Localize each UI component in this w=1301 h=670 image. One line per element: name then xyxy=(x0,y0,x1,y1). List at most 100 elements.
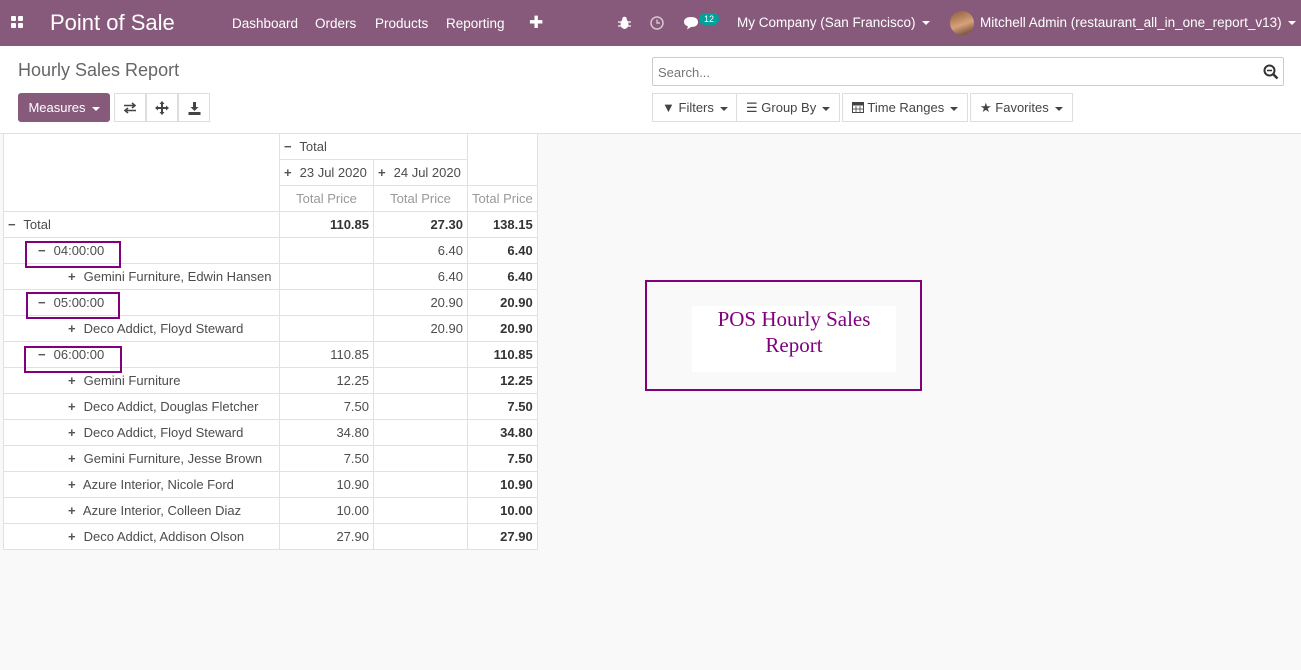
value-cell[interactable]: 27.90 xyxy=(279,523,374,550)
row-header[interactable]: + Deco Addict, Addison Olson xyxy=(3,523,280,550)
value-cell[interactable]: 20.90 xyxy=(373,289,468,316)
clock-icon[interactable] xyxy=(650,16,664,30)
measures-button[interactable]: Measures xyxy=(18,93,110,122)
value-cell[interactable]: 20.90 xyxy=(373,315,468,342)
row-total-cell[interactable]: 20.90 xyxy=(467,289,538,316)
col-header-total[interactable]: − Total xyxy=(279,133,468,160)
value-cell[interactable]: 27.30 xyxy=(373,211,468,238)
value-cell[interactable] xyxy=(279,289,374,316)
flip-axis-button[interactable] xyxy=(114,93,146,122)
apps-menu-icon[interactable] xyxy=(11,16,25,30)
value-cell[interactable]: 10.90 xyxy=(279,471,374,498)
filters-button[interactable]: ▼ Filters xyxy=(652,93,738,122)
menu-products[interactable]: Products xyxy=(375,16,428,31)
search-box[interactable] xyxy=(652,57,1284,87)
user-menu[interactable]: Mitchell Admin (restaurant_all_in_one_re… xyxy=(980,15,1296,30)
menu-reporting[interactable]: Reporting xyxy=(446,16,505,31)
value-cell[interactable]: 110.85 xyxy=(279,211,374,238)
expand-all-button[interactable] xyxy=(146,93,178,122)
time-ranges-label: Time Ranges xyxy=(867,100,945,115)
time-ranges-button[interactable]: Time Ranges xyxy=(842,93,969,122)
row-header[interactable]: + Deco Addict, Douglas Fletcher xyxy=(3,393,280,420)
row-label: Azure Interior, Nicole Ford xyxy=(82,477,234,492)
value-cell[interactable]: 6.40 xyxy=(373,237,468,264)
col-header-date-label: 24 Jul 2020 xyxy=(393,165,461,180)
value-cell[interactable]: 7.50 xyxy=(279,393,374,420)
value-cell[interactable] xyxy=(373,523,468,550)
value-cell[interactable] xyxy=(373,445,468,472)
col-header-blank xyxy=(467,133,538,186)
value-cell[interactable] xyxy=(373,471,468,498)
bug-icon[interactable] xyxy=(618,16,631,30)
plus-icon[interactable]: ✚ xyxy=(529,13,543,33)
app-brand[interactable]: Point of Sale xyxy=(50,10,175,36)
value-cell[interactable]: 110.85 xyxy=(279,341,374,368)
menu-orders[interactable]: Orders xyxy=(315,16,356,31)
row-total-cell[interactable]: 7.50 xyxy=(467,445,538,472)
row-total-cell[interactable]: 27.90 xyxy=(467,523,538,550)
value-cell[interactable]: 7.50 xyxy=(279,445,374,472)
filters-label: Filters xyxy=(678,100,714,115)
row-total-cell[interactable]: 7.50 xyxy=(467,393,538,420)
value-cell[interactable] xyxy=(279,315,374,342)
measure-header[interactable]: Total Price xyxy=(373,185,468,212)
plus-icon: + xyxy=(68,373,76,388)
row-header[interactable]: + Azure Interior, Colleen Diaz xyxy=(3,497,280,524)
row-header[interactable]: − Total xyxy=(3,211,280,238)
row-total-cell[interactable]: 6.40 xyxy=(467,263,538,290)
group-by-button[interactable]: ☰ Group By xyxy=(736,93,841,122)
value-cell[interactable] xyxy=(373,341,468,368)
row-header[interactable]: + Gemini Furniture, Jesse Brown xyxy=(3,445,280,472)
bars-icon: ☰ xyxy=(746,100,758,115)
row-total-cell[interactable]: 34.80 xyxy=(467,419,538,446)
row-header[interactable]: + Deco Addict, Floyd Steward xyxy=(3,419,280,446)
measure-header[interactable]: Total Price xyxy=(467,185,538,212)
row-label: Deco Addict, Floyd Steward xyxy=(83,425,244,440)
customer-row: + Deco Addict, Douglas Fletcher 7.50 7.50 xyxy=(3,393,538,420)
value-cell[interactable] xyxy=(373,393,468,420)
measure-header[interactable]: Total Price xyxy=(279,185,374,212)
value-cell[interactable] xyxy=(373,419,468,446)
value-cell[interactable] xyxy=(279,237,374,264)
search-input[interactable] xyxy=(653,58,1250,87)
row-label: Gemini Furniture, Edwin Hansen xyxy=(83,269,272,284)
row-total-cell[interactable]: 138.15 xyxy=(467,211,538,238)
value-cell[interactable] xyxy=(373,367,468,394)
customer-row: + Azure Interior, Colleen Diaz 10.00 10.00 xyxy=(3,497,538,524)
download-button[interactable] xyxy=(178,93,210,122)
value-cell[interactable]: 6.40 xyxy=(373,263,468,290)
caret-down-icon xyxy=(950,106,959,111)
search-icon[interactable] xyxy=(1263,64,1279,80)
value-cell[interactable] xyxy=(279,263,374,290)
user-avatar[interactable] xyxy=(950,11,974,35)
row-header[interactable]: + Deco Addict, Floyd Steward xyxy=(3,315,280,342)
callout-line2: Report xyxy=(765,333,823,357)
row-total-cell[interactable]: 12.25 xyxy=(467,367,538,394)
arrows-icon xyxy=(155,101,169,116)
favorites-button[interactable]: ★ Favorites xyxy=(970,93,1073,122)
total-row: − Total 110.85 27.30 138.15 xyxy=(3,211,538,238)
value-cell[interactable] xyxy=(373,497,468,524)
col-header-total-label: Total xyxy=(299,139,327,154)
plus-icon: + xyxy=(68,425,76,440)
row-total-cell[interactable]: 20.90 xyxy=(467,315,538,342)
value-cell[interactable]: 12.25 xyxy=(279,367,374,394)
pivot-corner xyxy=(3,133,280,212)
company-switcher[interactable]: My Company (San Francisco) xyxy=(737,15,930,30)
chat-icon[interactable] xyxy=(683,16,699,30)
row-header[interactable]: + Azure Interior, Nicole Ford xyxy=(3,471,280,498)
caret-down-icon xyxy=(921,21,930,26)
col-header-date[interactable]: + 23 Jul 2020 xyxy=(279,159,374,186)
row-total-cell[interactable]: 10.00 xyxy=(467,497,538,524)
row-total-cell[interactable]: 10.90 xyxy=(467,471,538,498)
menu-dashboard[interactable]: Dashboard xyxy=(232,16,298,31)
value-cell[interactable]: 10.00 xyxy=(279,497,374,524)
row-total-cell[interactable]: 6.40 xyxy=(467,237,538,264)
caret-down-icon xyxy=(719,106,728,111)
col-header-date[interactable]: + 24 Jul 2020 xyxy=(373,159,468,186)
value-cell[interactable]: 34.80 xyxy=(279,419,374,446)
favorites-label: Favorites xyxy=(995,100,1049,115)
row-total-cell[interactable]: 110.85 xyxy=(467,341,538,368)
measures-label: Measures xyxy=(28,100,86,115)
row-label: Total xyxy=(23,217,51,232)
